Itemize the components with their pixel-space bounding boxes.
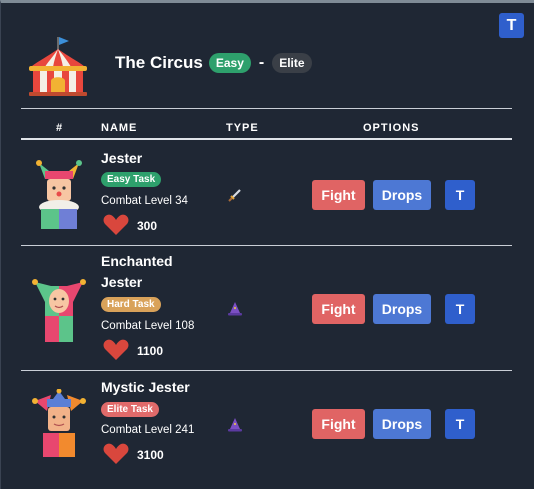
circus-tent-icon [29,37,87,96]
jester-avatar [36,160,82,229]
heart-icon [103,443,129,464]
hitpoints-value: 3100 [137,448,164,462]
sword-icon [228,189,241,202]
difficulty-badge: Easy [208,53,251,73]
heart-icon [103,339,129,360]
header-divider [21,108,512,109]
row-divider [21,370,512,371]
t-button[interactable]: T [445,409,475,439]
drops-button[interactable]: Drops [373,409,431,439]
hitpoints-value: 1100 [137,344,164,358]
location-header: The Circus Easy - Elite [27,31,497,101]
hitpoints-value: 300 [137,219,158,233]
table-row: Enchanted Jester Hard Task Combat Level … [21,248,512,368]
drops-button[interactable]: Drops [373,180,431,210]
location-title: The Circus [115,53,203,72]
fight-button[interactable]: Fight [312,180,365,210]
heart-icon [103,214,129,235]
table-row: Jester Easy Task Combat Level 34 300 Fig… [21,143,512,243]
row-divider [21,245,512,246]
table-header-divider [21,138,512,140]
column-header-options: OPTIONS [363,122,420,134]
combat-level: Combat Level 108 [101,320,195,332]
jester-avatar [32,279,86,342]
column-header-type: TYPE [226,122,259,134]
wizard-hat-icon [228,302,242,316]
monster-name: Mystic Jester [101,379,190,395]
combat-level: Combat Level 241 [101,424,195,436]
wizard-hat-icon [228,418,242,432]
column-header-number: # [56,122,64,134]
fight-button[interactable]: Fight [312,409,365,439]
panel: T The Circus Easy - Elite # NAME TYPE OP… [0,0,534,489]
combat-level: Combat Level 34 [101,195,188,207]
monster-name: Enchanted Jester [101,253,173,290]
task-badge: Elite Task [101,402,159,417]
table-row: Mystic Jester Elite Task Combat Level 24… [21,373,512,473]
tier-badge: Elite [272,53,312,73]
title-separator: - [258,54,265,71]
drops-button[interactable]: Drops [373,294,431,324]
fight-button[interactable]: Fight [312,294,365,324]
monster-name: Jester [101,150,143,166]
column-header-name: NAME [101,122,138,134]
task-badge: Easy Task [101,172,162,187]
task-badge: Hard Task [101,297,161,312]
t-button[interactable]: T [445,180,475,210]
jester-avatar [32,389,86,457]
corner-t-button[interactable]: T [499,13,524,38]
t-button[interactable]: T [445,294,475,324]
